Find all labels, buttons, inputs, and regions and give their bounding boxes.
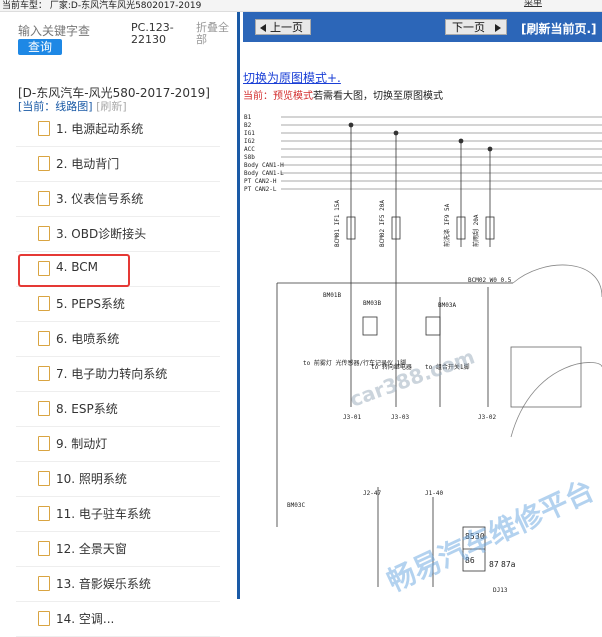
right-panel: 上一页 下一页 [刷新当前页.] 切换为原图模式+. 当前：预览模式若需看大图，… <box>243 12 602 599</box>
tree-item-label[interactable]: 8. ESP系统 <box>56 400 118 417</box>
fuse-label: BCM01 IF1 15A <box>334 200 341 247</box>
mode-prefix: 当前： <box>243 91 273 102</box>
rail-label: Body CAN1-L <box>244 170 284 177</box>
arrow-left-icon <box>260 24 266 32</box>
rail-labels: B1 B2 IG1 IG2 ACC S8b Body CAN1-H Body C… <box>244 114 284 193</box>
selection-highlight <box>18 254 130 287</box>
file-icon <box>38 506 50 521</box>
tree-item-label[interactable]: 3. OBD诊断接头 <box>56 225 146 242</box>
connector-label: J2-47 <box>363 490 381 497</box>
rail-label: PT CAN2-L <box>244 186 277 193</box>
connector-label: BM03A <box>438 302 456 309</box>
file-icon <box>38 471 50 486</box>
tree-item[interactable]: 14. 空调... <box>16 602 220 637</box>
watermark-url: car388.com <box>347 344 478 411</box>
next-page-button[interactable]: 下一页 <box>445 19 507 35</box>
prev-page-label: 上一页 <box>270 21 303 34</box>
tree-item-label[interactable]: 13. 音影娱乐系统 <box>56 575 151 592</box>
fuse-label: 前洗涤 IF9 5A <box>443 203 451 247</box>
file-icon <box>38 401 50 416</box>
left-panel: 输入关键字查 查询 PC.123-22130 折叠全部 [D-东风汽车-风光58… <box>0 12 240 637</box>
file-icon <box>38 611 50 626</box>
watermark-text: 畅易汽车维修平台 <box>382 474 599 599</box>
file-icon <box>38 436 50 451</box>
page-toolbar: 上一页 下一页 [刷新当前页.] <box>243 12 602 42</box>
tree-item-label[interactable]: 5. PEPS系统 <box>56 295 125 312</box>
tree-item-label[interactable]: 6. 电喷系统 <box>56 330 119 347</box>
file-icon <box>38 331 50 346</box>
rail-lines <box>281 116 602 190</box>
file-icon <box>38 226 50 241</box>
wiring-diagram[interactable]: B1 B2 IG1 IG2 ACC S8b Body CAN1-H Body C… <box>243 107 602 599</box>
file-icon <box>38 296 50 311</box>
mode-hint: 若需看大图，切换至原图模式 <box>313 91 443 102</box>
connector-label: BCM02 W0 0.5 <box>468 277 512 284</box>
connector-label: J1-40 <box>425 490 443 497</box>
file-icon <box>38 121 50 136</box>
code-label: PC.123-22130 <box>131 21 174 46</box>
watermark: car388.com 畅易汽车维修平台 <box>347 344 599 598</box>
tree-item-label[interactable]: 10. 照明系统 <box>56 470 127 487</box>
rail-label: Body CAN1-H <box>244 162 284 169</box>
tree-item[interactable]: 8. ESP系统 <box>16 392 220 427</box>
tree-item[interactable]: 11. 电子驻车系统 <box>16 497 220 532</box>
tree-item[interactable]: 5. PEPS系统 <box>16 287 220 322</box>
search-button[interactable]: 查询 <box>18 39 62 55</box>
connector-label: BM03B <box>363 300 381 307</box>
connector-label: BM03C <box>287 502 305 509</box>
switch-original-link[interactable]: 切换为原图模式+. <box>243 69 341 86</box>
tree-item[interactable]: 9. 制动灯 <box>16 427 220 462</box>
menu-button[interactable]: 菜单 <box>524 0 542 9</box>
connector-label: J3-01 <box>343 414 361 421</box>
relay-pin: 87 <box>489 560 499 569</box>
tree-item[interactable]: 12. 全景天窗 <box>16 532 220 567</box>
tree-item-label[interactable]: 9. 制动灯 <box>56 435 107 452</box>
connector-label: J3-02 <box>478 414 496 421</box>
vehicle-label: 当前车型： 厂家:D-东风汽车风光5802017-2019 <box>2 1 202 11</box>
tree-item-label[interactable]: 11. 电子驻车系统 <box>56 505 151 522</box>
tree-list: 1. 电源起动系统 2. 电动背门 3. 仪表信号系统 3. OBD诊断接头 4… <box>16 112 220 637</box>
file-icon <box>38 576 50 591</box>
tree-item[interactable]: 2. 电动背门 <box>16 147 220 182</box>
prev-page-button[interactable]: 上一页 <box>255 19 311 35</box>
tree-item-label[interactable]: 1. 电源起动系统 <box>56 120 143 137</box>
tree-item-label[interactable]: 3. 仪表信号系统 <box>56 190 143 207</box>
connector-label: DJ13 <box>493 587 508 594</box>
file-icon <box>38 541 50 556</box>
rail-label: PT CAN2-H <box>244 178 277 185</box>
rail-label: B2 <box>244 122 252 129</box>
relay-pin: 87a <box>501 560 516 569</box>
fuse-label: 前雨刮 20A <box>472 214 480 247</box>
tree-item[interactable]: 10. 照明系统 <box>16 462 220 497</box>
next-page-label: 下一页 <box>452 21 485 34</box>
tree-item-label[interactable]: 7. 电子助力转向系统 <box>56 365 167 382</box>
tree-item[interactable]: 1. 电源起动系统 <box>16 112 220 147</box>
tree-item-label[interactable]: 2. 电动背门 <box>56 155 119 172</box>
refresh-page-button[interactable]: [刷新当前页.] <box>521 20 597 37</box>
arrow-right-icon <box>495 24 501 32</box>
fuse-label: BCM02 IF5 20A <box>379 200 386 247</box>
rail-label: S8b <box>244 154 255 161</box>
tree-item[interactable]: 6. 电喷系统 <box>16 322 220 357</box>
connector-label: J3-03 <box>391 414 409 421</box>
connector-label: BM01B <box>323 292 341 299</box>
tree-item[interactable]: 13. 音影娱乐系统 <box>16 567 220 602</box>
vehicle-bar: 当前车型： 厂家:D-东风汽车风光5802017-2019 菜单 <box>0 0 602 12</box>
tree-item-label[interactable]: 14. 空调... <box>56 610 114 627</box>
search-input[interactable]: 输入关键字查 <box>18 22 128 39</box>
file-icon <box>38 191 50 206</box>
mode-status: 当前：预览模式若需看大图，切换至原图模式 <box>243 87 443 102</box>
tree-item-label[interactable]: 12. 全景天窗 <box>56 540 127 557</box>
tree-item[interactable]: 3. OBD诊断接头 <box>16 217 220 252</box>
rail-label: IG2 <box>244 138 255 145</box>
rail-label: B1 <box>244 114 252 121</box>
mode-name: 预览模式 <box>273 91 313 102</box>
rail-label: ACC <box>244 146 255 153</box>
tree-item[interactable]: 3. 仪表信号系统 <box>16 182 220 217</box>
tree-item[interactable]: 7. 电子助力转向系统 <box>16 357 220 392</box>
file-icon <box>38 156 50 171</box>
file-icon <box>38 366 50 381</box>
collapse-all-button[interactable]: 折叠全部 <box>196 22 236 46</box>
rail-label: IG1 <box>244 130 255 137</box>
